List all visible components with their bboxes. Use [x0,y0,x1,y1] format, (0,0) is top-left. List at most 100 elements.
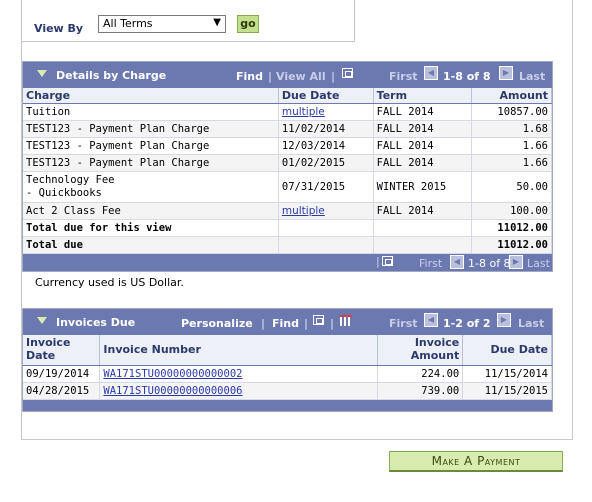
invoices-grid-title: Invoices Due [56,316,136,329]
empty-cell [373,236,473,254]
details-grid-footer: | First ◀ 1-8 of 8 ▶ Last [23,254,552,271]
details-grid-header: Details by Charge Find | View All | Firs… [23,62,552,88]
header-line: Amount [410,349,460,362]
invoice-number-link[interactable]: WA171STU00000000000006 [103,385,242,397]
term-cell: FALL 2014 [373,202,473,220]
due-date-cell: 07/31/2015 [278,171,374,203]
personalize-link[interactable]: Personalize [181,317,253,330]
total-view-label: Total due for this view [23,219,279,237]
amount-cell: 1.66 [471,137,552,155]
footer-last-link: Last [527,257,550,270]
zoom-icon[interactable] [313,315,324,325]
download-grid-icon[interactable] [340,315,352,326]
invoices-find-link[interactable]: Find [272,317,299,330]
table-row: TEST123 - Payment Plan Charge 01/02/2015… [23,154,552,172]
term-cell: WINTER 2015 [373,171,473,203]
table-row: TEST123 - Payment Plan Charge 12/03/2014… [23,137,552,155]
page-border-bottom [21,439,573,440]
footer-range: 1-8 of 8 [468,257,511,270]
column-header-invoice-number: Invoice Number [99,335,378,366]
term-cell: FALL 2014 [373,120,473,138]
table-row: Tuition multiple FALL 2014 10857.00 [23,103,552,121]
invoice-amount-cell: 224.00 [377,365,464,383]
term-cell: FALL 2014 [373,103,473,121]
term-cell: FALL 2014 [373,137,473,155]
column-header-charge: Charge [23,88,279,104]
invoice-date-cell: 09/19/2014 [23,365,101,383]
charge-line-2: - Quickbooks [26,187,102,199]
due-date-cell: 11/02/2014 [278,120,374,138]
table-row: Technology Fee - Quickbooks 07/31/2015 W… [23,171,552,203]
charge-cell: Tuition [23,103,279,121]
invoices-grid-header: Invoices Due Personalize | Find | | Firs… [23,309,552,335]
prev-arrow-icon: ◀ [424,313,438,327]
invoice-number-cell: WA171STU00000000000002 [99,365,378,383]
next-arrow-icon: ▶ [509,255,523,269]
make-payment-button[interactable]: Make A Payment [389,451,563,472]
next-arrow-icon: ▶ [497,313,511,327]
amount-cell: 100.00 [471,202,552,220]
total-amount: 11012.00 [471,236,552,254]
invoices-table: Invoice Date Invoice Number Invoice Amou… [23,335,552,400]
amount-cell: 1.68 [471,120,552,138]
charge-cell: TEST123 - Payment Plan Charge [23,154,279,172]
due-date-cell: multiple [278,202,374,220]
details-by-charge-grid: Details by Charge Find | View All | Firs… [22,61,553,272]
invoices-last-link: Last [518,317,545,330]
header-line: Date [26,349,56,362]
details-first-link: First [389,70,418,83]
invoice-number-link[interactable]: WA171STU00000000000002 [103,368,242,380]
empty-cell [278,236,374,254]
amount-cell: 1.66 [471,154,552,172]
amount-cell: 10857.00 [471,103,552,121]
empty-cell [373,219,473,237]
multiple-due-link[interactable]: multiple [282,205,325,217]
dropdown-arrow-icon: ▼ [213,17,221,28]
column-header-invoice-amount: Invoice Amount [377,335,464,366]
total-view-row: Total due for this view 11012.00 [23,219,552,237]
due-date-cell: 01/02/2015 [278,154,374,172]
due-date-cell: 12/03/2014 [278,137,374,155]
due-date-cell: multiple [278,103,374,121]
header-line: Invoice [26,336,71,349]
invoice-amount-cell: 739.00 [377,382,464,400]
prev-arrow-icon: ◀ [450,255,464,269]
column-header-invoice-date: Invoice Date [23,335,101,366]
table-row: 09/19/2014 WA171STU00000000000002 224.00… [23,365,552,383]
footer-separator: | [376,255,380,268]
header-line: Invoice [414,336,460,349]
next-arrow-icon: ▶ [499,66,513,80]
details-view-all-link[interactable]: View All [276,70,326,83]
zoom-icon[interactable] [382,256,393,266]
column-header-due-date: Due Date [462,335,552,366]
charge-line-1: Technology Fee [26,174,115,186]
column-header-amount: Amount [471,88,552,104]
details-find-link[interactable]: Find [236,70,263,83]
invoices-due-grid: Invoices Due Personalize | Find | | Firs… [22,308,553,412]
invoice-number-cell: WA171STU00000000000006 [99,382,378,400]
view-by-panel: View By All Terms ▼ go [21,0,355,42]
details-table: Charge Due Date Term Amount Tuition mult… [23,88,552,254]
invoice-due-cell: 11/15/2015 [462,382,552,400]
collapse-triangle-icon[interactable] [37,70,47,77]
multiple-due-link[interactable]: multiple [282,106,325,118]
details-last-link: Last [519,70,546,83]
view-by-select[interactable]: All Terms ▼ [98,15,226,33]
total-row: Total due 11012.00 [23,236,552,254]
header-separator: | [330,317,335,330]
table-row: TEST123 - Payment Plan Charge 11/02/2014… [23,120,552,138]
charge-cell: TEST123 - Payment Plan Charge [23,137,279,155]
header-separator: | [261,317,266,330]
zoom-icon[interactable] [342,68,353,78]
collapse-triangle-icon[interactable] [37,317,47,324]
charge-cell: Technology Fee - Quickbooks [23,171,279,203]
amount-cell: 50.00 [471,171,552,203]
invoice-date-cell: 04/28/2015 [23,382,101,400]
column-header-due-date: Due Date [278,88,374,104]
go-button[interactable]: go [237,15,259,33]
total-label: Total due [23,236,279,254]
invoices-range: 1-2 of 2 [443,317,491,330]
charge-cell: Act 2 Class Fee [23,202,279,220]
charge-cell: TEST123 - Payment Plan Charge [23,120,279,138]
make-payment-label: Make A Payment [431,454,521,468]
